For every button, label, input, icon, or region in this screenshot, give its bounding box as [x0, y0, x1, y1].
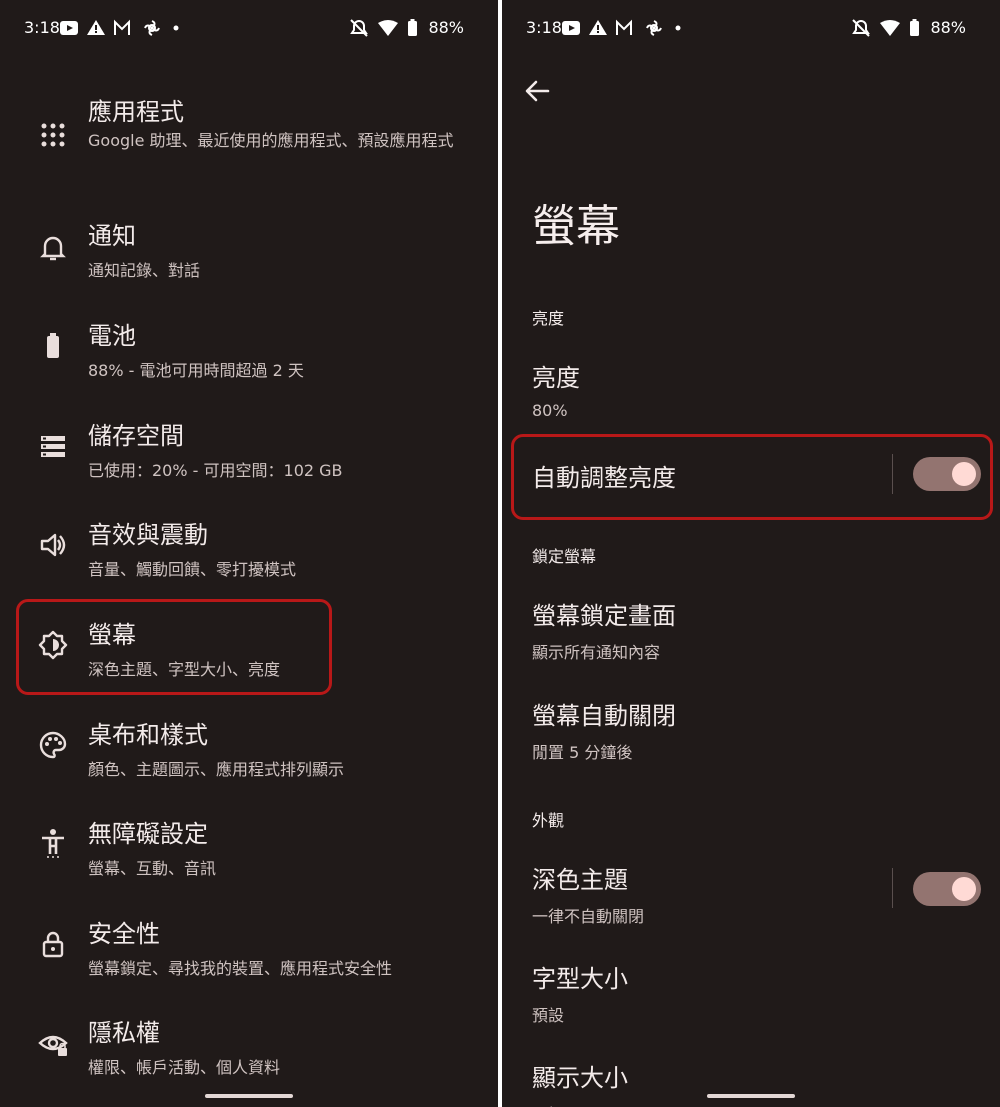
- item-subtitle: 閒置 5 分鐘後: [532, 743, 633, 762]
- status-time: 3:18: [24, 18, 60, 37]
- display-icon: [38, 630, 68, 660]
- notification-icons: [562, 19, 681, 36]
- dark-theme-toggle[interactable]: [913, 872, 981, 906]
- status-bar: 3:18 88%: [0, 0, 498, 56]
- item-subtitle: 通知記錄、對話: [88, 261, 201, 280]
- category-brightness: 亮度: [532, 309, 565, 328]
- item-subtitle: 螢幕、互動、音訊: [88, 859, 217, 878]
- settings-item-notifications[interactable]: 通知 通知記錄、對話: [88, 216, 488, 283]
- settings-item-privacy[interactable]: 隱私權 權限、帳戶活動、個人資料: [88, 1013, 488, 1080]
- item-subtitle: 螢幕鎖定、尋找我的裝置、應用程式安全性: [88, 959, 393, 978]
- screen-timeout-setting[interactable]: 螢幕自動關閉 閒置 5 分鐘後: [532, 696, 980, 763]
- item-title: 顯示大小: [532, 1064, 628, 1092]
- settings-item-battery[interactable]: 電池 88% - 電池可用時間超過 2 天: [88, 316, 488, 383]
- settings-item-security[interactable]: 安全性 螢幕鎖定、尋找我的裝置、應用程式安全性: [88, 914, 488, 981]
- item-subtitle: Google 助理、最近使用的應用程式、預設應用程式: [88, 131, 454, 150]
- item-subtitle: 一律不自動關閉: [532, 907, 645, 926]
- item-title: 電池: [88, 322, 136, 350]
- accessibility-icon: [42, 829, 64, 858]
- palette-icon: [39, 731, 67, 759]
- item-title: 字型大小: [532, 965, 628, 993]
- item-subtitle: 88% - 電池可用時間超過 2 天: [88, 361, 304, 380]
- item-subtitle: 顏色、主題圖示、應用程式排列顯示: [88, 760, 345, 779]
- item-subtitle: 權限、帳戶活動、個人資料: [88, 1058, 281, 1077]
- item-subtitle: 已使用：20% - 可用空間：102 GB: [88, 461, 343, 480]
- item-title: 安全性: [88, 920, 160, 948]
- item-title: 螢幕: [88, 621, 136, 649]
- font-size-setting[interactable]: 字型大小 預設: [532, 959, 980, 1026]
- item-title: 無障礙設定: [88, 820, 208, 848]
- privacy-eye-icon: [38, 1035, 68, 1056]
- status-time: 3:18: [526, 18, 562, 37]
- display-settings-screen: 3:18 88% 螢幕 亮度 亮度 80% 自動調整亮度 鎖定螢幕 螢幕鎖定畫面…: [502, 0, 1000, 1107]
- item-title: 應用程式: [88, 98, 184, 126]
- item-title: 隱私權: [88, 1019, 160, 1047]
- adaptive-brightness-toggle[interactable]: [913, 457, 981, 491]
- gesture-nav-bar[interactable]: [205, 1094, 293, 1098]
- apps-grid-icon: [41, 123, 65, 147]
- gesture-nav-bar[interactable]: [707, 1094, 795, 1098]
- brightness-setting[interactable]: 亮度 80%: [532, 358, 980, 420]
- battery-percent: 88%: [428, 18, 464, 37]
- divider: [892, 454, 893, 494]
- category-lock-screen: 鎖定螢幕: [532, 547, 597, 566]
- item-subtitle: 深色主題、字型大小、亮度: [88, 660, 281, 679]
- settings-list-screen: 3:18 88% 應用程式 Google 助理、最近使用的應用程式、預設應用程式…: [0, 0, 498, 1107]
- bell-icon: [40, 236, 66, 261]
- notification-icons: [60, 19, 179, 36]
- lock-icon: [42, 931, 64, 958]
- settings-item-apps[interactable]: 應用程式 Google 助理、最近使用的應用程式、預設應用程式: [88, 92, 488, 153]
- item-subtitle: 預設: [532, 1101, 980, 1107]
- battery-icon: [47, 333, 59, 358]
- page-title: 螢幕: [532, 201, 620, 252]
- item-title: 通知: [88, 222, 136, 250]
- speaker-icon: [40, 533, 66, 557]
- item-title: 音效與震動: [88, 521, 208, 549]
- item-subtitle: 預設: [532, 1006, 565, 1025]
- settings-item-accessibility[interactable]: 無障礙設定 螢幕、互動、音訊: [88, 814, 488, 881]
- item-title: 桌布和樣式: [88, 721, 208, 749]
- item-title: 亮度: [532, 364, 580, 392]
- settings-item-sound[interactable]: 音效與震動 音量、觸動回饋、零打擾模式: [88, 515, 488, 582]
- toggle-knob: [952, 877, 976, 901]
- back-arrow-icon[interactable]: [522, 76, 552, 106]
- item-title: 螢幕自動關閉: [532, 702, 676, 730]
- settings-item-storage[interactable]: 儲存空間 已使用：20% - 可用空間：102 GB: [88, 416, 488, 483]
- item-subtitle: 音量、觸動回饋、零打擾模式: [88, 560, 297, 579]
- settings-item-display[interactable]: 螢幕 深色主題、字型大小、亮度: [88, 615, 488, 682]
- status-bar: 3:18 88%: [502, 0, 1000, 56]
- storage-icon: [41, 436, 65, 457]
- display-size-setting[interactable]: 顯示大小 預設: [532, 1058, 980, 1107]
- item-title: 螢幕鎖定畫面: [532, 602, 676, 630]
- lock-screen-setting[interactable]: 螢幕鎖定畫面 顯示所有通知內容: [532, 596, 980, 663]
- battery-percent: 88%: [930, 18, 966, 37]
- settings-item-wallpaper[interactable]: 桌布和樣式 顏色、主題圖示、應用程式排列顯示: [88, 715, 488, 782]
- divider: [892, 868, 893, 908]
- status-right-icons: [350, 19, 417, 37]
- item-title: 儲存空間: [88, 422, 184, 450]
- status-right-icons: [852, 19, 919, 37]
- item-value: 80%: [532, 401, 568, 420]
- toggle-knob: [952, 462, 976, 486]
- category-appearance: 外觀: [532, 811, 565, 830]
- item-subtitle: 顯示所有通知內容: [532, 643, 661, 662]
